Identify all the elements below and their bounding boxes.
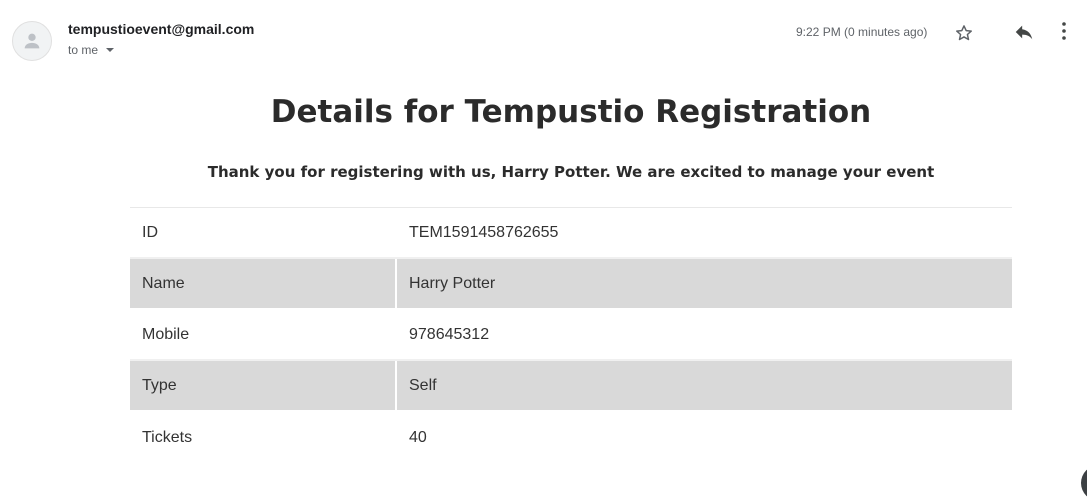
chevron-down-icon[interactable] (106, 48, 115, 52)
row-value: 40 (409, 428, 427, 446)
star-icon (956, 25, 972, 41)
floating-action-circle[interactable] (1081, 465, 1087, 500)
more-options-button[interactable] (1052, 19, 1076, 43)
email-timestamp: 9:22 PM (0 minutes ago) (796, 25, 928, 39)
row-label: Name (130, 259, 397, 308)
reply-button[interactable] (1012, 20, 1036, 44)
row-value: 978645312 (409, 325, 490, 343)
row-label: Type (130, 361, 397, 410)
table-row-id: ID TEM1591458762655 (130, 208, 1012, 259)
row-label: Tickets (142, 428, 193, 446)
row-label: Mobile (142, 325, 190, 343)
row-label: ID (142, 223, 158, 241)
table-row-tickets: Tickets 40 (130, 412, 1012, 463)
recipient-label: to me (68, 43, 99, 57)
reply-icon (1015, 25, 1033, 40)
avatar-icon (24, 33, 40, 49)
star-button[interactable] (952, 21, 976, 45)
more-vert-icon (1062, 22, 1066, 40)
table-row-name: Name Harry Potter (130, 259, 1012, 310)
table-row-mobile: Mobile 978645312 (130, 310, 1012, 361)
row-value: Harry Potter (409, 274, 496, 292)
row-value: TEM1591458762655 (409, 223, 559, 241)
recipient-details[interactable]: to me (68, 43, 115, 57)
sender-avatar[interactable] (12, 21, 52, 61)
table-row-type: Type Self (130, 361, 1012, 412)
row-value: Self (409, 376, 437, 394)
registration-details-table: ID TEM1591458762655 Name Harry Potter Mo… (130, 207, 1012, 463)
email-title: Details for Tempustio Registration (270, 94, 872, 130)
sender-email[interactable]: tempustioevent@gmail.com (68, 21, 254, 37)
email-subtitle: Thank you for registering with us, Harry… (207, 163, 935, 181)
